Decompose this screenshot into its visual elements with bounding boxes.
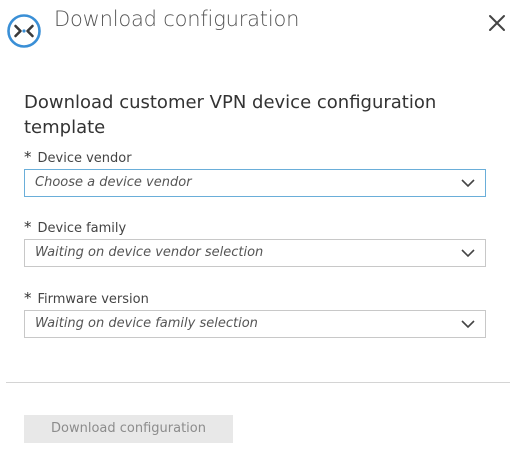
- footer-divider: [6, 382, 510, 383]
- device-family-label: * Device family: [24, 217, 486, 237]
- firmware-version-label: * Firmware version: [24, 288, 486, 308]
- device-vendor-field: * Device vendor Choose a device vendor: [24, 147, 486, 197]
- device-family-field: * Device family Waiting on device vendor …: [24, 217, 486, 267]
- chevron-down-icon: [461, 249, 475, 258]
- device-vendor-label: * Device vendor: [24, 147, 486, 167]
- download-configuration-blade: Download configuration Download customer…: [0, 0, 516, 451]
- firmware-version-label-text: Firmware version: [37, 292, 149, 307]
- device-vendor-label-text: Device vendor: [37, 151, 132, 166]
- required-marker: *: [24, 218, 32, 236]
- device-family-dropdown[interactable]: Waiting on device vendor selection: [24, 239, 486, 267]
- section-heading: Download customer VPN device configurati…: [24, 92, 437, 138]
- device-family-value: Waiting on device vendor selection: [35, 245, 264, 260]
- firmware-version-field: * Firmware version Waiting on device fami…: [24, 288, 486, 338]
- vpn-connection-icon: [6, 13, 42, 49]
- required-marker: *: [24, 148, 32, 166]
- download-configuration-button[interactable]: Download configuration: [24, 415, 233, 443]
- chevron-down-icon: [461, 320, 475, 329]
- firmware-version-dropdown[interactable]: Waiting on device family selection: [24, 310, 486, 338]
- device-family-label-text: Device family: [37, 221, 127, 236]
- device-vendor-dropdown[interactable]: Choose a device vendor: [24, 169, 486, 197]
- device-vendor-value: Choose a device vendor: [35, 175, 192, 190]
- close-icon: [489, 15, 505, 31]
- firmware-version-value: Waiting on device family selection: [35, 316, 258, 331]
- close-button[interactable]: [484, 10, 510, 36]
- page-title: Download configuration: [54, 7, 300, 31]
- blade-header: Download configuration: [0, 0, 516, 50]
- required-marker: *: [24, 289, 32, 307]
- chevron-down-icon: [461, 179, 475, 188]
